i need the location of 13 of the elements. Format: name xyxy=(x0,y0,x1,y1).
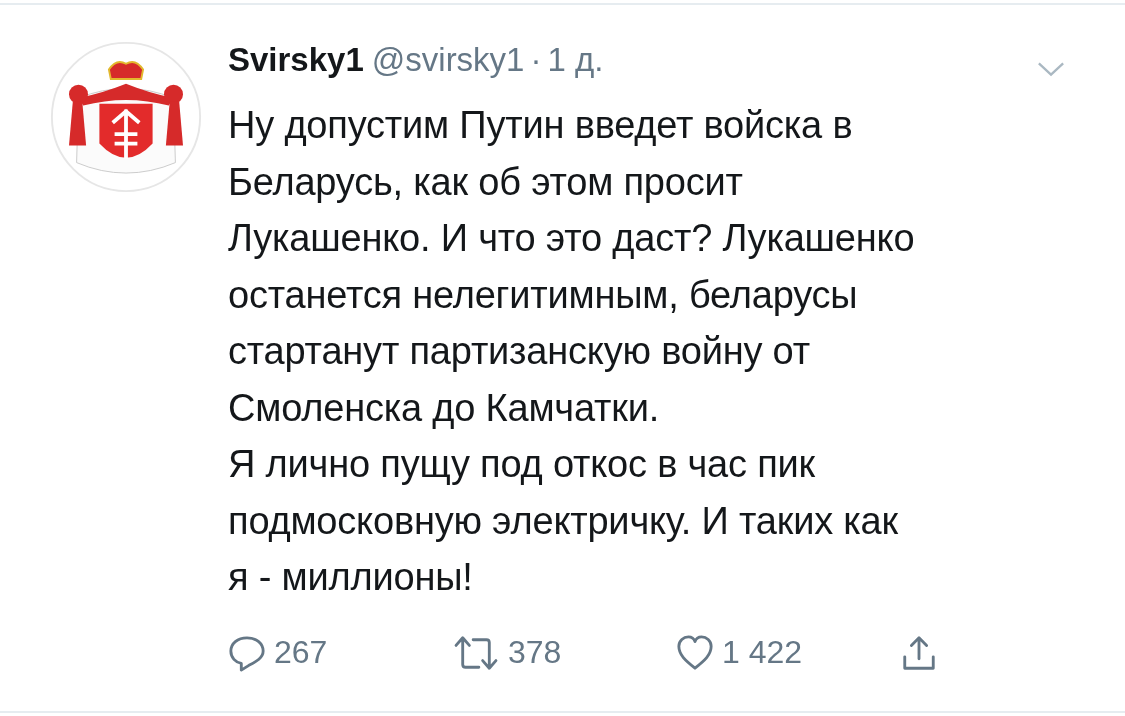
avatar-drawing[interactable] xyxy=(50,41,202,193)
speech-bubble-icon[interactable] xyxy=(228,633,266,672)
tweet-text: Ну допустим Путин введет войска в Беларусь, как об этом просит Лукашенко. И что это даст? Лукашенко останется нелегитимным, беларусы стартанут партизанскую войну от Смоленска до Камчатки. Я лично пущу под откос в час пик подмосковную электричку. И таких как я - миллионы! xyxy=(228,103,916,600)
share-icon[interactable] xyxy=(900,633,938,672)
separator-dot: · xyxy=(530,41,542,79)
tweet-time[interactable]: 1 д. xyxy=(547,41,604,79)
author-name[interactable]: Svirsky1 xyxy=(228,41,364,79)
author-handle[interactable]: @svirsky1 xyxy=(371,41,525,79)
retweet-icon[interactable] xyxy=(452,633,500,672)
action-count: 267 xyxy=(274,634,328,671)
action-count: 1 422 xyxy=(722,634,803,671)
heart-icon[interactable] xyxy=(676,633,714,672)
action-count: 378 xyxy=(508,634,562,671)
